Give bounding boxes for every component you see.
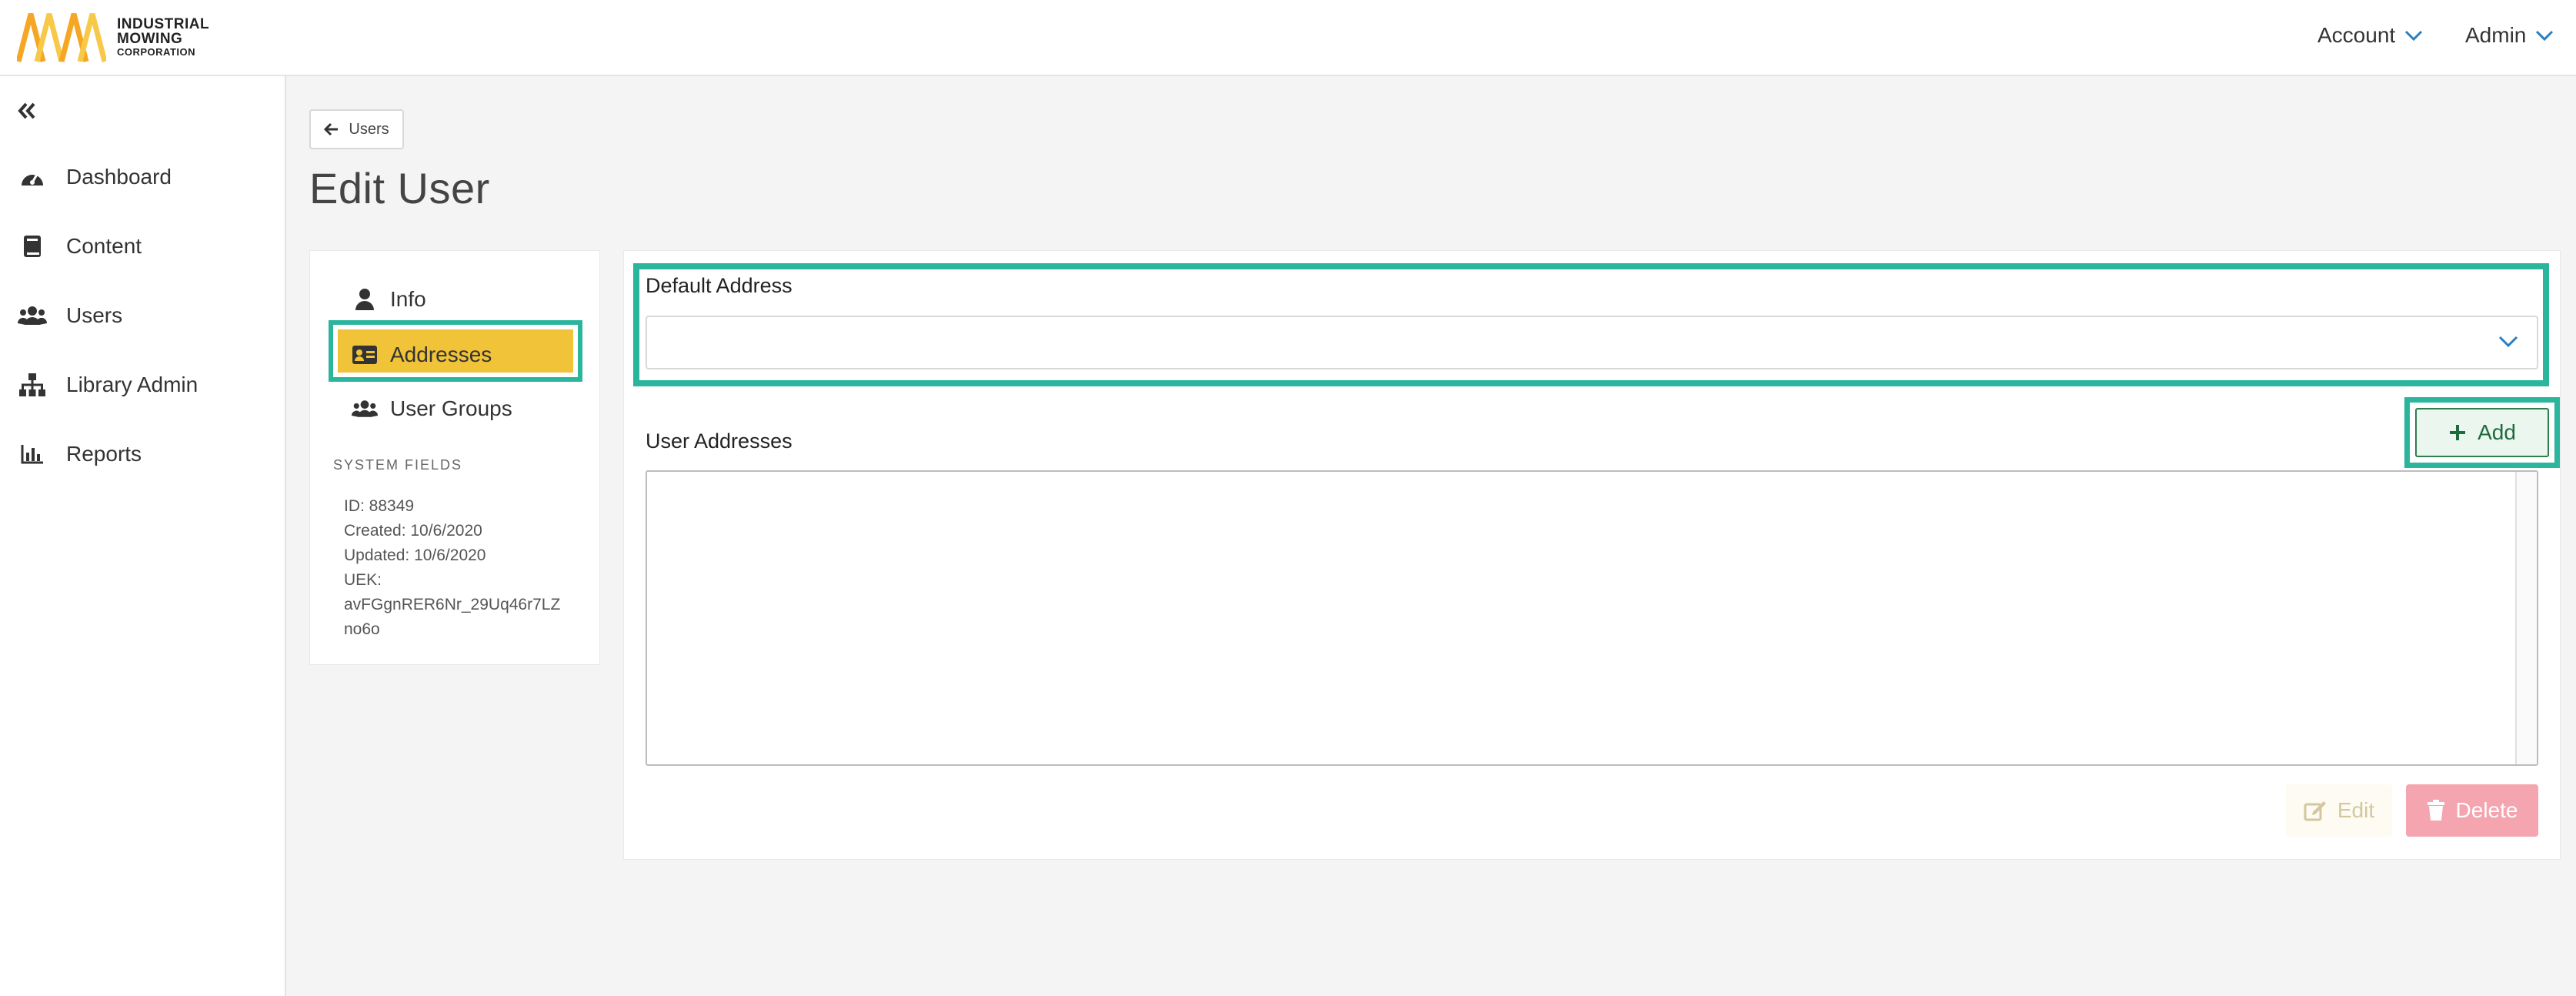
- chevron-down-icon: [2498, 336, 2518, 348]
- sidebar-item-users[interactable]: Users: [17, 296, 122, 335]
- back-to-users-button[interactable]: Users: [309, 109, 404, 149]
- user-addresses-list[interactable]: [646, 470, 2538, 766]
- system-fields-heading: SYSTEM FIELDS: [333, 457, 463, 473]
- users-icon: [17, 300, 48, 331]
- system-field-uek-value-cont: no6o: [344, 620, 380, 638]
- bar-chart-icon: [17, 439, 48, 470]
- top-header: INDUSTRIAL MOWING CORPORATION Account Ad…: [0, 0, 2576, 76]
- collapse-sidebar-button[interactable]: [17, 98, 37, 128]
- logo-mark-icon: [17, 13, 106, 62]
- chevron-down-icon: [2405, 30, 2423, 42]
- sidebar-item-dashboard[interactable]: Dashboard: [17, 158, 172, 196]
- admin-menu-label: Admin: [2465, 23, 2527, 47]
- user-section-nav: Info Addresses User Groups SYSTEM FIELDS…: [309, 250, 600, 665]
- arrow-left-icon: [324, 122, 339, 136]
- plus-icon: [2450, 425, 2466, 440]
- logo-line-1: INDUSTRIAL: [117, 15, 210, 32]
- admin-menu[interactable]: Admin: [2465, 23, 2554, 48]
- add-button-label: Add: [2478, 420, 2516, 444]
- delete-button-label: Delete: [2455, 798, 2518, 822]
- sidebar-item-library-admin[interactable]: Library Admin: [17, 366, 198, 404]
- back-button-label: Users: [349, 120, 389, 138]
- logo-line-3: CORPORATION: [117, 45, 196, 58]
- tab-label: Info: [390, 287, 426, 311]
- system-field-uek-label: UEK:: [344, 571, 382, 589]
- sidebar-item-content[interactable]: Content: [17, 227, 142, 266]
- trash-icon: [2427, 800, 2444, 821]
- edit-address-button[interactable]: Edit: [2286, 784, 2392, 837]
- page-title: Edit User: [309, 164, 490, 212]
- sitemap-icon: [17, 369, 48, 400]
- default-address-select[interactable]: [646, 316, 2538, 369]
- company-logo[interactable]: INDUSTRIAL MOWING CORPORATION: [17, 11, 209, 63]
- users-icon: [352, 396, 378, 422]
- logo-wordmark: INDUSTRIAL MOWING CORPORATION: [117, 17, 209, 58]
- logo-line-2: MOWING: [117, 30, 183, 47]
- system-field-id: ID: 88349: [344, 497, 415, 515]
- tab-label: User Groups: [390, 396, 512, 420]
- sidebar-item-label: Dashboard: [66, 165, 172, 189]
- sidebar-item-label: Users: [66, 303, 123, 327]
- add-button-highlight: Add: [2404, 397, 2560, 468]
- account-menu-label: Account: [2317, 23, 2396, 47]
- addresses-panel: Default Address User Addresses Add Edit …: [623, 250, 2561, 860]
- book-icon: [17, 231, 48, 262]
- system-field-uek-value: avFGgnRER6Nr_29Uq46r7LZ: [344, 596, 561, 613]
- sidebar-item-reports[interactable]: Reports: [17, 435, 142, 473]
- dashboard-gauge-icon: [17, 162, 48, 192]
- sidebar-item-label: Reports: [66, 442, 142, 466]
- edit-icon: [2304, 801, 2326, 821]
- tab-info[interactable]: Info: [352, 286, 426, 313]
- tab-user-groups[interactable]: User Groups: [352, 396, 512, 422]
- double-chevron-left-icon: [18, 102, 35, 119]
- user-icon: [352, 286, 378, 313]
- add-address-button[interactable]: Add: [2415, 408, 2549, 457]
- sidebar-item-label: Content: [66, 234, 142, 258]
- list-scrollbar[interactable]: [2515, 472, 2537, 764]
- tab-addresses[interactable]: Addresses: [352, 342, 492, 368]
- sidebar-item-label: Library Admin: [66, 373, 199, 396]
- delete-address-button[interactable]: Delete: [2406, 784, 2538, 837]
- user-addresses-label: User Addresses: [646, 429, 792, 453]
- tab-label: Addresses: [390, 343, 492, 366]
- default-address-label: Default Address: [646, 274, 792, 297]
- system-field-created: Created: 10/6/2020: [344, 522, 482, 540]
- main-sidebar: Dashboard Content Users Library Admin Re…: [0, 76, 286, 996]
- address-card-icon: [352, 342, 378, 368]
- chevron-down-icon: [2536, 30, 2554, 42]
- account-menu[interactable]: Account: [2317, 23, 2423, 48]
- edit-button-label: Edit: [2337, 798, 2375, 822]
- system-field-updated: Updated: 10/6/2020: [344, 546, 486, 564]
